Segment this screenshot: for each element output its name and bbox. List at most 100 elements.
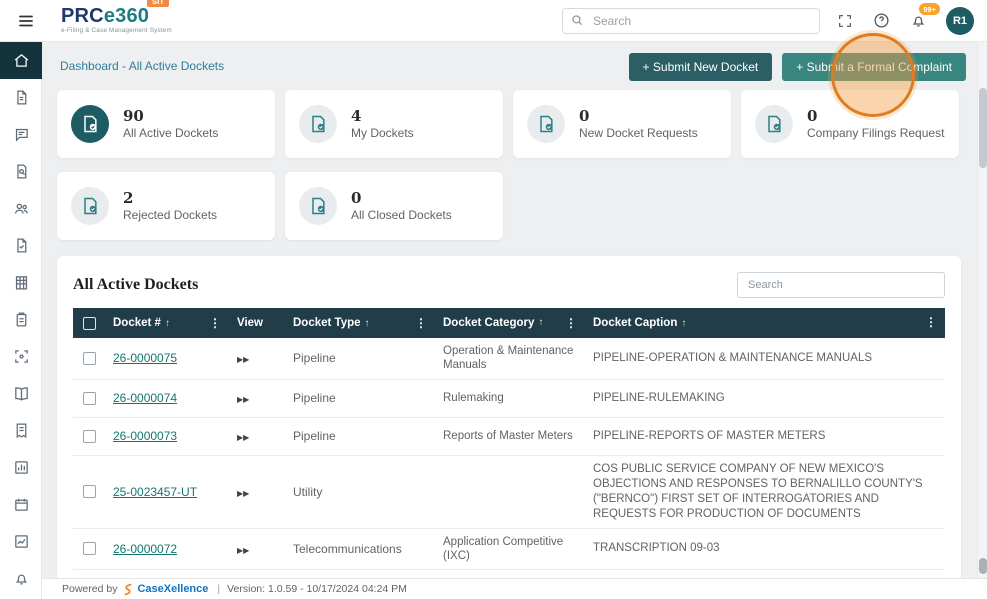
sidebar-item-library[interactable] — [0, 375, 42, 412]
docket-link[interactable]: 26-0000072 — [113, 542, 177, 556]
stat-card[interactable]: 0 All Closed Dockets — [285, 172, 503, 240]
sidebar-item-invoices[interactable] — [0, 412, 42, 449]
scrollbar-bottom-thumb[interactable] — [979, 558, 987, 574]
fast-forward-icon[interactable]: ▶▶ — [237, 355, 249, 364]
casexellence-brand[interactable]: CaseXellence — [137, 583, 208, 595]
docket-type-cell: Pipeline — [293, 391, 336, 406]
clipboard-icon — [16, 312, 26, 327]
scan-icon — [14, 350, 28, 363]
docket-category-cell: Reports of Master Meters — [443, 430, 573, 443]
fast-forward-icon[interactable]: ▶▶ — [237, 546, 249, 555]
header-docket-type[interactable]: Docket Type ↑ ⋮ — [285, 316, 435, 330]
docket-file-icon — [299, 105, 337, 143]
avatar[interactable]: R1 — [946, 6, 974, 35]
menu-icon[interactable] — [13, 8, 39, 34]
sort-asc-icon[interactable]: ↑ — [681, 317, 686, 330]
docket-type-cell: Telecommunications — [293, 541, 402, 556]
sidebar-item-filings[interactable] — [0, 227, 42, 264]
sidebar-item-calendar[interactable] — [0, 486, 42, 523]
header-label: Docket Category — [443, 316, 535, 329]
stat-value: 4 — [351, 107, 362, 126]
breadcrumb[interactable]: Dashboard - All Active Dockets — [60, 59, 224, 73]
table-row: 26-0000072 ▶▶ Telecommunications Applica… — [73, 528, 945, 571]
topbar: PRCe360 SIT e-Filing & Case Management S… — [0, 0, 987, 42]
expand-icon[interactable] — [834, 10, 856, 32]
docket-caption-cell: COS PUBLIC SERVICE COMPANY OF NEW MEXICO… — [593, 462, 923, 520]
stat-label: New Docket Requests — [579, 126, 698, 141]
table-title: All Active Dockets — [73, 276, 199, 293]
docket-file-icon — [71, 105, 109, 143]
stat-cards: 90 All Active Dockets 4 My Dockets 0 New… — [57, 90, 969, 240]
docket-link[interactable]: 26-0000073 — [113, 429, 177, 443]
fast-forward-icon[interactable]: ▶▶ — [237, 433, 249, 442]
sidebar-item-reports[interactable] — [0, 449, 42, 486]
fast-forward-icon[interactable]: ▶▶ — [237, 489, 249, 498]
sidebar-item-messages[interactable] — [0, 116, 42, 153]
docket-link[interactable]: 25-0023457-UT — [113, 485, 197, 499]
bell-icon — [15, 574, 27, 585]
docket-caption-cell: PIPELINE-RULEMAKING — [593, 391, 725, 404]
sort-asc-icon[interactable]: ↑ — [538, 317, 543, 330]
home-icon — [14, 54, 28, 67]
row-checkbox[interactable] — [82, 391, 96, 405]
notifications-bell-icon[interactable]: 99+ — [907, 3, 940, 32]
stat-value: 0 — [807, 107, 818, 126]
casexellence-logo-icon — [123, 583, 133, 596]
sidebar — [0, 42, 42, 599]
docket-caption-cell: PIPELINE-OPERATION & MAINTENANCE MANUALS — [593, 351, 873, 364]
stat-text: 0 New Docket Requests — [579, 107, 698, 141]
header-docket-category[interactable]: Docket Category ↑ ⋮ — [435, 316, 585, 331]
sidebar-item-documents[interactable] — [0, 79, 42, 116]
table-head: All Active Dockets — [57, 256, 961, 308]
column-menu-icon[interactable]: ⋮ — [925, 315, 937, 331]
stat-card[interactable]: 4 My Dockets — [285, 90, 503, 158]
scrollbar-thumb[interactable] — [979, 88, 987, 168]
header-docket-caption[interactable]: Docket Caption ↑ ⋮ — [585, 315, 945, 331]
docket-file-icon — [71, 187, 109, 225]
stat-card[interactable]: 0 Company Filings Request — [741, 90, 959, 158]
sidebar-item-notifications[interactable] — [0, 560, 42, 597]
search-input[interactable] — [562, 7, 820, 34]
docket-link[interactable]: 26-0000075 — [113, 351, 177, 365]
sidebar-item-case-search[interactable] — [0, 153, 42, 190]
column-menu-icon[interactable]: ⋮ — [209, 316, 221, 330]
sidebar-item-users[interactable] — [0, 190, 42, 227]
footer: Powered by CaseXellence | Version: 1.0.5… — [42, 578, 987, 599]
sort-asc-icon[interactable]: ↑ — [365, 318, 370, 329]
brand-prc: PRC — [61, 5, 104, 28]
sidebar-item-home[interactable] — [0, 42, 42, 79]
row-checkbox[interactable] — [82, 429, 96, 443]
sidebar-item-analytics[interactable] — [0, 523, 42, 560]
column-menu-icon[interactable]: ⋮ — [415, 316, 427, 330]
stat-text: 0 Company Filings Request — [807, 107, 944, 141]
sidebar-item-records[interactable] — [0, 264, 42, 301]
submit-formal-complaint-button[interactable]: + Submit a Formal Complaint — [782, 53, 966, 81]
table-row: 26-0000074 ▶▶ Pipeline Rulemaking PIPELI… — [73, 379, 945, 418]
sort-asc-icon[interactable]: ↑ — [165, 318, 170, 329]
sidebar-item-scan[interactable] — [0, 338, 42, 375]
stat-card[interactable]: 0 New Docket Requests — [513, 90, 731, 158]
header-view[interactable]: View — [229, 317, 285, 329]
line-chart-icon — [14, 535, 28, 548]
row-checkbox[interactable] — [82, 542, 96, 556]
help-icon[interactable] — [870, 9, 893, 32]
header-docket-number[interactable]: Docket # ↑ ⋮ — [105, 316, 229, 330]
submit-new-docket-button[interactable]: + Submit New Docket — [628, 53, 773, 81]
sidebar-item-tasks[interactable] — [0, 301, 42, 338]
stat-card[interactable]: 90 All Active Dockets — [57, 90, 275, 158]
stat-card[interactable]: 2 Rejected Dockets — [57, 172, 275, 240]
docket-link[interactable]: 26-0000074 — [113, 391, 177, 405]
select-all-checkbox[interactable] — [82, 316, 96, 330]
row-checkbox[interactable] — [82, 485, 96, 499]
fast-forward-icon[interactable]: ▶▶ — [237, 395, 249, 404]
file-check-icon — [16, 238, 26, 253]
file-search-icon — [16, 164, 26, 179]
column-menu-icon[interactable]: ⋮ — [565, 316, 577, 331]
footer-separator: | — [217, 583, 221, 595]
brand-e360: e360 — [103, 5, 150, 28]
brand-tagline: e-Filing & Case Management System — [61, 27, 172, 35]
vertical-scrollbar[interactable] — [977, 42, 987, 578]
row-checkbox[interactable] — [82, 351, 96, 365]
table-search-input[interactable] — [737, 272, 945, 298]
active-dockets-panel: All Active Dockets Docket # ↑ ⋮ View Doc… — [57, 256, 961, 578]
